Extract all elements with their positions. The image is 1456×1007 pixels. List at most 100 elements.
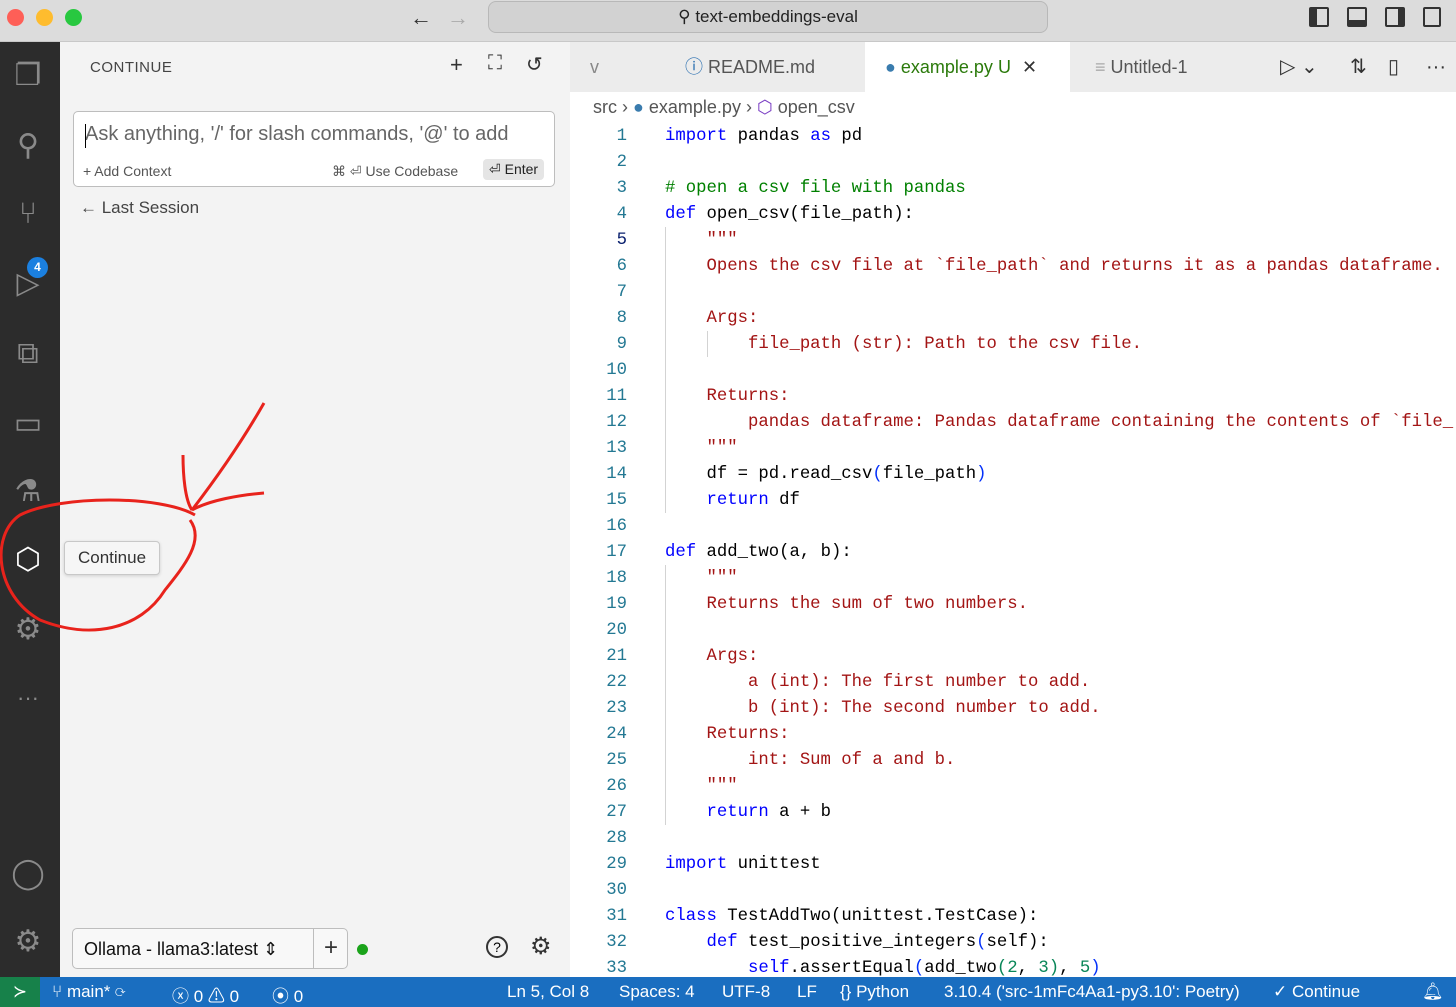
problems-item[interactable]: ⓧ 0 ⚠ 0 [172, 982, 239, 1007]
breadcrumb-symbol[interactable]: open_csv [778, 97, 855, 117]
code-line[interactable]: return df [665, 488, 799, 514]
accounts-icon[interactable]: ◯ [8, 854, 48, 894]
code-line[interactable]: """ [665, 228, 737, 254]
command-center-search[interactable]: ⚲ text-embeddings-eval [488, 1, 1048, 33]
model-selector[interactable]: Ollama - llama3:latest ⇕ + [72, 928, 348, 969]
line-number: 11 [606, 387, 627, 406]
encoding[interactable]: UTF-8 [722, 982, 770, 1002]
code-token: ): [893, 205, 914, 224]
code-line[interactable]: df = pd.read_csv(file_path) [665, 462, 986, 488]
code-line[interactable]: Returns: [665, 722, 789, 748]
split-editor-icon[interactable]: ▯ [1368, 42, 1399, 92]
source-control-icon[interactable]: ⑂ [8, 194, 48, 234]
sync-icon[interactable]: ⟳ [115, 982, 125, 1001]
help-icon[interactable]: ? [486, 936, 508, 958]
tab-untitled[interactable]: ≡ Untitled-1 [1075, 42, 1245, 92]
tab-example-py[interactable]: ● example.py U ✕ [865, 42, 1070, 92]
add-context-button[interactable]: + Add Context [83, 163, 171, 179]
branch-item[interactable]: ⑂ main* ⟳ [52, 982, 125, 1002]
code-line[interactable]: Returns: [665, 384, 789, 410]
code-token: def [706, 933, 738, 952]
code-token: int: Sum of a and b. [665, 751, 956, 770]
new-session-plus-icon[interactable]: + [450, 52, 463, 78]
annotation-arrow [181, 402, 266, 512]
code-line[interactable]: Returns the sum of two numbers. [665, 592, 1028, 618]
tab-overflow[interactable]: v [570, 42, 665, 92]
close-window-button[interactable] [7, 9, 24, 26]
code-line[interactable]: def open_csv(file_path): [665, 202, 914, 228]
code-line[interactable]: # open a csv file with pandas [665, 176, 966, 202]
info-icon: ⓘ [685, 57, 709, 77]
code-line[interactable]: file_path (str): Path to the csv file. [665, 332, 1142, 358]
last-session-link[interactable]: ← Last Session [80, 198, 199, 218]
chat-input[interactable]: Ask anything, '/' for slash commands, '@… [73, 111, 555, 187]
code-line[interactable]: Args: [665, 306, 758, 332]
code-line[interactable]: """ [665, 436, 738, 462]
language-mode[interactable]: {} Python [840, 982, 909, 1002]
code-line[interactable]: import unittest [665, 852, 821, 878]
code-line[interactable]: def add_two(a, b): [665, 540, 852, 566]
fullscreen-icon[interactable]: ⛶ [488, 52, 502, 75]
line-number: 23 [606, 699, 627, 718]
code-line[interactable]: pandas dataframe: Pandas dataframe conta… [665, 410, 1453, 436]
customize-layout-icon[interactable] [1423, 7, 1441, 27]
remote-indicator-icon[interactable]: ≻ [0, 977, 40, 1007]
manage-gear-icon[interactable]: ⚙ [8, 922, 48, 962]
explorer-icon[interactable]: ❐ [8, 56, 48, 96]
settings-gear-icon[interactable]: ⚙ [530, 932, 552, 961]
continue-status[interactable]: ✓ Continue [1273, 982, 1360, 1002]
minimize-window-button[interactable] [36, 9, 53, 26]
compare-changes-icon[interactable]: ⇅ [1330, 42, 1367, 92]
ports-item[interactable]: ⦿ 0 [272, 982, 303, 1007]
code-token: Returns: [665, 725, 790, 744]
toggle-panel-icon[interactable] [1347, 7, 1367, 27]
code-line[interactable]: def test_positive_integers(self): [665, 930, 1048, 956]
back-arrow-icon[interactable]: ← [410, 5, 432, 31]
line-number: 30 [606, 881, 627, 900]
code-line[interactable]: a (int): The first number to add. [665, 670, 1090, 696]
indentation[interactable]: Spaces: 4 [619, 982, 695, 1002]
maximize-window-button[interactable] [65, 9, 82, 26]
use-codebase-button[interactable]: ⌘ ⏎ Use Codebase [332, 163, 458, 180]
close-tab-icon[interactable]: ✕ [1022, 57, 1037, 77]
run-python-icon[interactable]: ▷ ⌄ [1260, 42, 1318, 92]
end-of-line[interactable]: LF [797, 982, 817, 1002]
breadcrumb-file[interactable]: example.py [649, 97, 741, 117]
python-interpreter[interactable]: 3.10.4 ('src-1mFc4Aa1-py3.10': Poetry) [944, 982, 1240, 1002]
cursor-position[interactable]: Ln 5, Col 8 [507, 982, 589, 1002]
tab-status-untracked: U [997, 57, 1011, 77]
code-line[interactable]: """ [665, 566, 737, 592]
breadcrumb-src[interactable]: src [593, 97, 617, 117]
extensions-icon[interactable]: ⧉ [8, 334, 48, 374]
run-debug-icon[interactable]: ▷ [8, 264, 48, 304]
enter-button[interactable]: ⏎ Enter [483, 159, 545, 180]
line-number: 20 [606, 621, 627, 640]
add-model-button[interactable]: + [313, 929, 348, 968]
code-line[interactable]: b (int): The second number to add. [665, 696, 1101, 722]
history-icon[interactable]: ↺ [526, 52, 543, 77]
code-line[interactable]: return a + b [665, 800, 830, 826]
line-number: 17 [606, 543, 627, 562]
sidebar-title: CONTINUE [90, 59, 173, 76]
code-token: class [665, 907, 717, 926]
code-line[interactable]: """ [665, 774, 737, 800]
code-token: file_path (str): Path to the csv file. [665, 335, 1143, 354]
code-token: """ [665, 439, 738, 458]
code-token: 2 [1007, 959, 1018, 978]
code-line[interactable]: Args: [665, 644, 758, 670]
toggle-primary-sidebar-icon[interactable] [1309, 7, 1329, 27]
code-line[interactable]: import pandas as pd [665, 124, 862, 150]
search-icon[interactable]: ⚲ [8, 126, 48, 166]
toggle-secondary-sidebar-icon[interactable] [1385, 7, 1405, 27]
code-token: ( [996, 959, 1008, 978]
tab-readme[interactable]: ⓘ README.md [665, 42, 861, 92]
forward-arrow-icon[interactable]: → [447, 5, 469, 31]
more-icon[interactable]: ··· [8, 678, 48, 718]
window-title: text-embeddings-eval [695, 7, 858, 26]
notifications-bell-icon[interactable]: 🔔︎ [1422, 982, 1444, 1002]
code-line[interactable]: class TestAddTwo(unittest.TestCase): [665, 904, 1038, 930]
more-actions-icon[interactable]: ··· [1406, 42, 1446, 92]
code-line[interactable]: Opens the csv file at `file_path` and re… [665, 254, 1442, 280]
code-line[interactable]: int: Sum of a and b. [665, 748, 955, 774]
